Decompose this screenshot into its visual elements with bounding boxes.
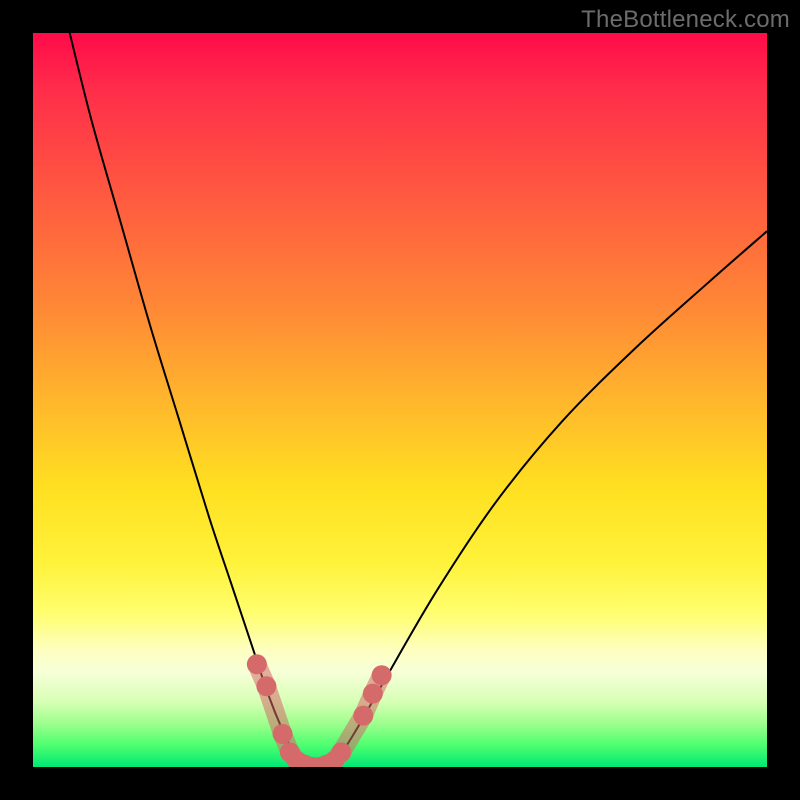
curve-marker <box>331 742 351 762</box>
curve-marker <box>363 684 383 704</box>
chart-frame: TheBottleneck.com <box>0 0 800 800</box>
curve-marker <box>247 654 267 674</box>
curve-marker <box>372 665 392 685</box>
watermark-text: TheBottleneck.com <box>581 6 790 34</box>
chart-svg <box>33 33 767 767</box>
curve-marker <box>353 706 373 726</box>
bottleneck-curve <box>70 33 767 767</box>
plot-area <box>33 33 767 767</box>
curve-marker <box>256 676 276 696</box>
curve-markers <box>247 654 392 767</box>
curve-marker <box>273 724 293 744</box>
